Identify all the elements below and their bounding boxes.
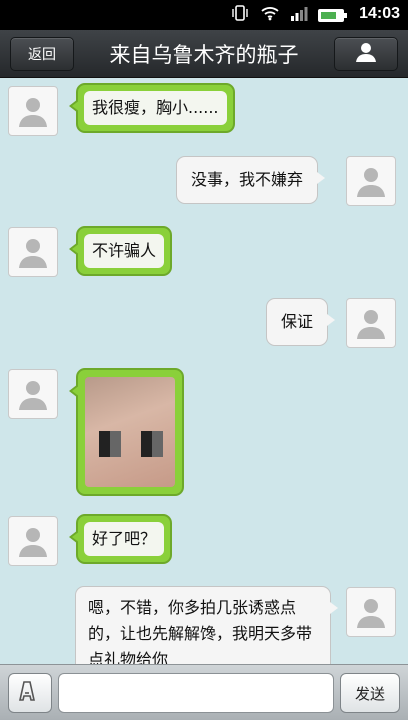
message-text: 没事，我不嫌弃	[191, 170, 304, 189]
status-time: 14:03	[359, 5, 400, 22]
status-icons	[230, 4, 347, 26]
person-icon	[355, 41, 377, 67]
default-avatar-icon	[19, 381, 47, 410]
photo-thumbnail[interactable]	[85, 377, 175, 487]
status-bar: 14:03	[0, 0, 408, 30]
input-bar: 发送	[0, 664, 408, 720]
sender-avatar[interactable]	[8, 227, 58, 277]
message-text: 我很瘦，胸小......	[84, 91, 227, 125]
battery-icon	[318, 8, 347, 22]
back-button[interactable]: 返回	[10, 37, 74, 71]
profile-button[interactable]	[334, 37, 398, 71]
chat-title: 来自乌鲁木齐的瓶子	[109, 43, 299, 67]
default-avatar-icon	[19, 98, 47, 127]
message-bubble[interactable]: 好了吧？	[68, 514, 173, 564]
message-bubble[interactable]: 保证	[266, 298, 336, 346]
message-text: 好了吧？	[84, 522, 165, 556]
wifi-icon	[260, 5, 280, 25]
default-avatar-icon	[357, 599, 385, 628]
my-avatar[interactable]	[346, 156, 396, 206]
mosaic-censor	[141, 431, 163, 457]
default-avatar-icon	[357, 168, 385, 197]
voice-toggle-button[interactable]	[8, 673, 52, 713]
sender-avatar[interactable]	[8, 369, 58, 419]
mosaic-censor	[99, 431, 121, 457]
send-button[interactable]: 发送	[340, 673, 400, 713]
sender-avatar[interactable]	[8, 516, 58, 566]
chat-header: 返回 来自乌鲁木齐的瓶子	[0, 30, 408, 78]
message-bubble[interactable]: 没事，我不嫌弃	[176, 156, 326, 204]
message-input[interactable]	[58, 673, 334, 713]
my-avatar[interactable]	[346, 587, 396, 637]
default-avatar-icon	[19, 528, 47, 557]
message-text: 保证	[281, 312, 314, 331]
image-message-bubble[interactable]	[69, 368, 184, 496]
message-bubble[interactable]: 不许骗人	[68, 226, 173, 276]
message-bubble[interactable]: 我很瘦，胸小......	[69, 83, 235, 133]
signal-icon	[290, 5, 308, 25]
default-avatar-icon	[357, 310, 385, 339]
keyboard-voice-icon	[18, 679, 42, 707]
my-avatar[interactable]	[346, 298, 396, 348]
sender-avatar[interactable]	[8, 86, 58, 136]
vibrate-icon	[230, 4, 250, 26]
message-text: 不许骗人	[84, 234, 165, 268]
message-text: 嗯，不错，你多拍几张诱惑点的，让也先解解馋，我明天多带点礼物给你	[88, 598, 313, 669]
default-avatar-icon	[19, 239, 47, 268]
